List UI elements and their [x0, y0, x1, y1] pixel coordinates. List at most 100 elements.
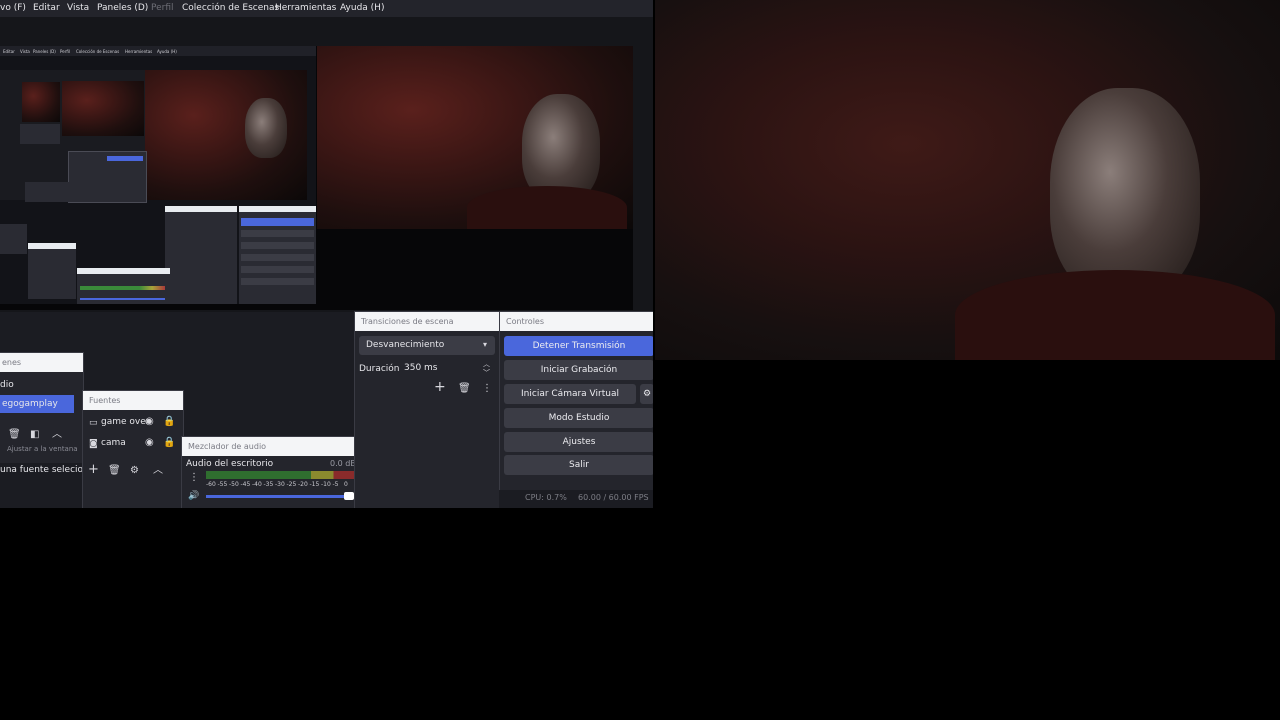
camera-preview-large — [655, 0, 1280, 360]
controls-title: Controles — [500, 312, 653, 331]
camera-icon: ◙ — [89, 439, 98, 449]
gear-icon[interactable]: ⚙ — [130, 465, 139, 477]
camera-source-preview[interactable] — [317, 46, 633, 229]
transition-select[interactable]: Desvanecimiento ▾ — [359, 336, 495, 355]
nested-dock — [28, 243, 76, 299]
nested-menu-item: Paneles (D) — [33, 49, 56, 54]
trash-icon[interactable]: 🗑 — [108, 465, 121, 477]
scene-transitions-dock: Transiciones de escena Desvanecimiento ▾… — [354, 311, 501, 508]
meter-scale-tick: -25 — [286, 481, 297, 488]
more-options-icon[interactable]: ⋮ — [189, 472, 199, 484]
exit-button[interactable]: Salir — [504, 455, 653, 475]
trash-icon[interactable]: 🗑 — [458, 383, 471, 395]
nested-menu-item: Perfil — [60, 49, 71, 54]
meter-scale-tick: -30 — [275, 481, 285, 488]
filter-icon[interactable]: ◧ — [30, 429, 39, 441]
nested-camera-tiny — [22, 82, 60, 122]
gear-icon: ⚙ — [642, 389, 652, 399]
meter-scale-tick: -15 — [309, 481, 320, 488]
speaker-icon[interactable]: 🔊 — [188, 490, 199, 502]
transition-select-value: Desvanecimiento — [366, 340, 445, 350]
nested-menu-item: Colección de Escenas — [76, 49, 120, 54]
nested-dock — [25, 182, 73, 202]
chevron-up-icon[interactable]: ︿ — [153, 465, 163, 477]
nested-menu-item: Editar — [3, 49, 15, 54]
virtual-camera-settings-button[interactable]: ⚙ — [640, 384, 653, 404]
meter-scale-tick: 0 — [344, 481, 348, 488]
start-virtual-camera-button[interactable]: Iniciar Cámara Virtual — [504, 384, 636, 404]
settings-button[interactable]: Ajustes — [504, 432, 653, 452]
duration-spinbox[interactable]: 350 ms ︿ ﹀ — [399, 359, 495, 377]
nested-dock — [68, 151, 147, 203]
duration-label: Duración — [359, 364, 400, 374]
scene-item[interactable]: dio — [0, 380, 14, 390]
person-shirt — [467, 186, 627, 229]
nested-menu-item: Ayuda (H) — [157, 49, 177, 54]
scenes-dock-title: enes — [0, 353, 83, 372]
fit-window-tooltip: Ajustar a la ventana — [7, 445, 78, 453]
menu-edit[interactable]: Editar — [33, 3, 60, 13]
window-capture-icon: ▭ — [89, 418, 98, 428]
menu-file[interactable]: vo (F) — [0, 3, 26, 13]
meter-scale-tick: -40 — [252, 481, 262, 488]
menu-help[interactable]: Ayuda (H) — [340, 3, 384, 13]
lock-icon[interactable]: 🔒 — [163, 437, 175, 449]
nested-menu-item: Herramientas — [125, 49, 153, 54]
chevron-up-icon[interactable]: ︿ — [52, 429, 62, 441]
scenes-dock: enes dio egogamplay 🗑 ◧ ︿ — [0, 352, 84, 508]
nested-dock — [0, 224, 27, 254]
fps-counter: 60.00 / 60.00 FPS — [578, 493, 649, 502]
nested-controls — [239, 206, 316, 304]
start-recording-button[interactable]: Iniciar Grabación — [504, 360, 653, 380]
nested-obs-capture: Editar Vista Paneles (D) Perfil Colecció… — [0, 46, 316, 304]
volume-meter — [206, 471, 356, 479]
stop-streaming-button[interactable]: Detener Transmisión — [504, 336, 653, 356]
chevron-down-icon: ▾ — [483, 340, 488, 349]
menu-scene-collection[interactable]: Colección de Escenas — [182, 3, 279, 13]
meter-scale-tick: -20 — [298, 481, 308, 488]
duration-value: 350 ms — [404, 363, 438, 373]
source-item-cama[interactable]: cama — [101, 438, 126, 448]
meter-scale-tick: -35 — [263, 481, 274, 488]
menu-tools[interactable]: Herramientas — [275, 3, 336, 13]
mixer-db-value: 0.0 dB — [330, 459, 356, 468]
meter-scale-tick: -10 — [321, 481, 331, 488]
source-item-game-over[interactable]: game over — [101, 417, 149, 427]
no-source-selected-label: una fuente selecion — [0, 465, 91, 475]
nested-camera — [145, 70, 307, 200]
menu-profile[interactable]: Perfil — [151, 3, 174, 13]
menu-docks[interactable]: Paneles (D) — [97, 3, 148, 13]
person-head — [245, 98, 287, 158]
nested-menu-bar: Editar Vista Paneles (D) Perfil Colecció… — [0, 46, 316, 56]
meter-scale-tick: -5 — [332, 481, 339, 488]
lock-icon[interactable]: 🔒 — [163, 416, 175, 428]
scene-transitions-title: Transiciones de escena — [355, 312, 500, 331]
meter-scale-tick: -45 — [240, 481, 251, 488]
trash-icon[interactable]: 🗑 — [8, 429, 21, 441]
eye-icon[interactable]: ◉ — [145, 416, 154, 428]
sources-dock: Fuentes ▭ game over ◉ 🔒 ◙ cama ◉ 🔒 + 🗑 ⚙… — [82, 390, 184, 508]
person-head — [1050, 88, 1200, 298]
scene-item-selected[interactable]: egogamplay — [0, 395, 74, 413]
audio-mixer-title: Mezclador de audio — [182, 437, 368, 456]
more-options-icon[interactable]: ⋮ — [482, 383, 492, 395]
volume-slider-handle[interactable] — [344, 492, 354, 500]
volume-slider-track[interactable] — [206, 495, 354, 498]
meter-scale-tick: -55 — [217, 481, 228, 488]
eye-icon[interactable]: ◉ — [145, 437, 154, 449]
menu-bar: vo (F) Editar Vista Paneles (D) Perfil C… — [0, 0, 653, 17]
chevron-down-icon[interactable]: ﹀ — [483, 367, 490, 379]
nested-dock — [20, 124, 60, 144]
controls-dock: Controles Detener Transmisión Iniciar Gr… — [499, 311, 653, 492]
menu-view[interactable]: Vista — [67, 3, 89, 13]
plus-icon[interactable]: + — [88, 463, 99, 476]
nested-camera-small — [62, 81, 144, 136]
audio-mixer-dock: Mezclador de audio Audio del escritorio … — [181, 436, 369, 508]
studio-mode-button[interactable]: Modo Estudio — [504, 408, 653, 428]
nested-menu-item: Vista — [20, 49, 30, 54]
obs-window: vo (F) Editar Vista Paneles (D) Perfil C… — [0, 0, 653, 508]
plus-icon[interactable]: + — [434, 380, 446, 394]
cpu-usage: CPU: 0.7% — [525, 493, 567, 502]
nested-mixer — [77, 268, 170, 304]
meter-scale-tick: -50 — [229, 481, 239, 488]
